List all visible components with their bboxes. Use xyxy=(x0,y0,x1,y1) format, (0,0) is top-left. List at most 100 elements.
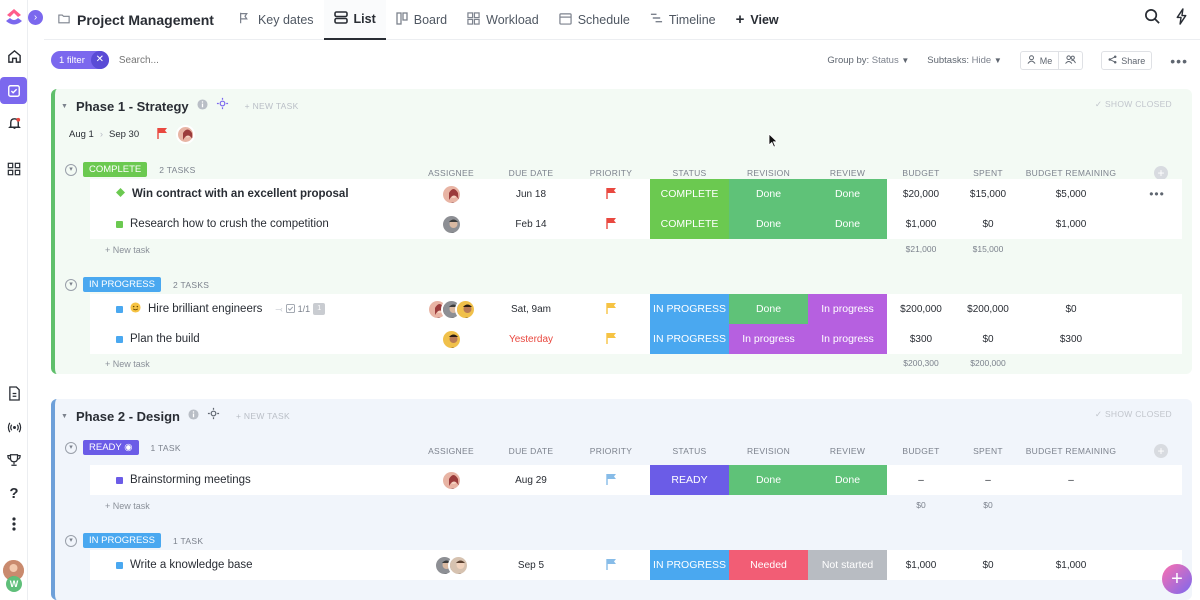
table-row[interactable]: Write a knowledge base Sep 5 IN PROGRESS… xyxy=(90,550,1182,580)
column-header-priority[interactable]: PRIORITY xyxy=(581,446,641,456)
subtasks-control[interactable]: Subtasks: Hide ▼ xyxy=(927,55,1001,66)
assignee-avatar[interactable] xyxy=(440,469,462,491)
due-date-cell[interactable]: Sat, 9am xyxy=(501,294,561,324)
revision-cell[interactable]: Needed xyxy=(729,550,808,580)
tab-list[interactable]: List xyxy=(323,0,386,40)
phase-dates[interactable]: Aug 1 › Sep 30 xyxy=(69,125,196,144)
assignee-avatar[interactable] xyxy=(440,183,462,205)
assignee-avatar[interactable] xyxy=(454,298,476,320)
info-icon[interactable] xyxy=(197,97,208,115)
status-square-icon[interactable] xyxy=(116,220,123,228)
trophy-icon[interactable] xyxy=(4,450,24,470)
row-more-icon[interactable]: ••• xyxy=(1142,179,1172,209)
spent-cell[interactable]: $0 xyxy=(955,324,1021,354)
column-header-priority[interactable]: PRIORITY xyxy=(581,168,641,178)
add-column-icon[interactable]: + xyxy=(1154,444,1168,458)
priority-cell[interactable] xyxy=(581,550,641,580)
column-header-due-date[interactable]: DUE DATE xyxy=(501,446,561,456)
phase-title[interactable]: Phase 2 - Design xyxy=(76,409,180,424)
group-by-control[interactable]: Group by: Status ▼ xyxy=(827,55,909,66)
table-row[interactable]: Win contract with an excellent proposal … xyxy=(90,179,1182,209)
assignee-cell[interactable] xyxy=(421,550,481,580)
status-square-icon[interactable] xyxy=(116,305,123,313)
assignee-cell[interactable] xyxy=(421,209,481,239)
assignee-avatar[interactable] xyxy=(440,328,462,350)
column-header-budget-remaining[interactable]: BUDGET REMAINING xyxy=(1021,168,1121,178)
help-icon[interactable]: ? xyxy=(4,483,24,503)
search-icon[interactable] xyxy=(1144,8,1161,30)
broadcast-icon[interactable] xyxy=(4,417,24,437)
column-header-budget[interactable]: BUDGET xyxy=(887,168,955,178)
collapse-group-icon[interactable]: ▾ xyxy=(65,441,77,454)
search-input[interactable] xyxy=(118,54,319,66)
review-cell[interactable]: Not started xyxy=(808,550,887,580)
revision-cell[interactable]: Done xyxy=(729,465,808,495)
expand-sidebar-icon[interactable]: › xyxy=(28,10,43,25)
review-cell[interactable]: Done xyxy=(808,465,887,495)
spent-cell[interactable]: $15,000 xyxy=(955,179,1021,209)
collapse-group-icon[interactable]: ▾ xyxy=(65,534,77,547)
list-settings-icon[interactable] xyxy=(207,407,220,425)
new-task-button[interactable]: + New task xyxy=(105,359,150,369)
docs-icon[interactable] xyxy=(4,383,24,403)
milestone-diamond-icon[interactable] xyxy=(116,188,125,200)
status-badge[interactable]: READY ◉ xyxy=(83,440,139,455)
priority-cell[interactable] xyxy=(581,209,641,239)
status-cell[interactable]: COMPLETE xyxy=(650,179,729,209)
due-date-cell[interactable]: Jun 18 xyxy=(501,179,561,209)
list-settings-icon[interactable] xyxy=(216,97,229,115)
tasks-icon[interactable] xyxy=(0,77,27,104)
share-button[interactable]: Share xyxy=(1101,51,1153,70)
table-row[interactable]: Plan the build Yesterday IN PROGRESS In … xyxy=(90,324,1182,354)
tab-timeline[interactable]: Timeline xyxy=(640,0,726,40)
status-square-icon[interactable] xyxy=(116,561,123,569)
more-horizontal-icon[interactable]: ••• xyxy=(1170,53,1188,69)
me-filter-button[interactable]: Me xyxy=(1019,51,1060,70)
attachment-count-badge[interactable]: 1 xyxy=(313,303,326,315)
column-header-status[interactable]: STATUS xyxy=(650,446,729,456)
budget-remaining-cell[interactable]: $1,000 xyxy=(1021,550,1121,580)
task-name[interactable]: Write a knowledge base xyxy=(130,559,253,571)
review-cell[interactable]: Done xyxy=(808,179,887,209)
tab-workload[interactable]: Workload xyxy=(457,0,549,40)
spent-cell[interactable]: $200,000 xyxy=(955,294,1021,324)
due-date-cell[interactable]: Sep 5 xyxy=(501,550,561,580)
tab-key-dates[interactable]: Key dates xyxy=(228,0,324,40)
phase-title[interactable]: Phase 1 - Strategy xyxy=(76,99,189,114)
column-header-revision[interactable]: REVISION xyxy=(729,446,808,456)
collapse-caret-icon[interactable]: ▼ xyxy=(61,413,68,420)
tab-board[interactable]: Board xyxy=(386,0,457,40)
home-icon[interactable] xyxy=(4,46,24,66)
filter-chip[interactable]: 1 filter ✕ xyxy=(51,51,109,69)
quick-create-button[interactable]: + xyxy=(1162,564,1192,594)
spent-cell[interactable]: $0 xyxy=(955,550,1021,580)
status-cell[interactable]: COMPLETE xyxy=(650,209,729,239)
status-badge[interactable]: COMPLETE xyxy=(83,162,148,177)
review-cell[interactable]: In progress xyxy=(808,324,887,354)
status-square-icon[interactable] xyxy=(116,335,123,343)
revision-cell[interactable]: Done xyxy=(729,209,808,239)
budget-cell[interactable]: $300 xyxy=(887,324,955,354)
assignee-cell[interactable] xyxy=(421,465,481,495)
column-header-spent[interactable]: SPENT xyxy=(955,168,1021,178)
column-header-assignee[interactable]: ASSIGNEE xyxy=(421,168,481,178)
due-date-cell[interactable]: Yesterday xyxy=(501,324,561,354)
revision-cell[interactable]: Done xyxy=(729,294,808,324)
priority-cell[interactable] xyxy=(581,324,641,354)
add-column-icon[interactable]: + xyxy=(1154,166,1168,180)
flag-red-icon[interactable] xyxy=(157,127,168,142)
assignee-cell[interactable] xyxy=(421,179,481,209)
info-icon[interactable] xyxy=(188,407,199,425)
due-date-cell[interactable]: Feb 14 xyxy=(501,209,561,239)
budget-cell[interactable]: $20,000 xyxy=(887,179,955,209)
column-header-assignee[interactable]: ASSIGNEE xyxy=(421,446,481,456)
budget-cell[interactable]: $200,000 xyxy=(887,294,955,324)
column-header-review[interactable]: REVIEW xyxy=(808,446,887,456)
assignee-avatar[interactable] xyxy=(176,125,196,144)
clear-filter-icon[interactable]: ✕ xyxy=(90,51,109,69)
column-header-status[interactable]: STATUS xyxy=(650,168,729,178)
new-task-button[interactable]: + New task xyxy=(105,501,150,511)
revision-cell[interactable]: Done xyxy=(729,179,808,209)
budget-remaining-cell[interactable]: $300 xyxy=(1021,324,1121,354)
due-date-cell[interactable]: Aug 29 xyxy=(501,465,561,495)
